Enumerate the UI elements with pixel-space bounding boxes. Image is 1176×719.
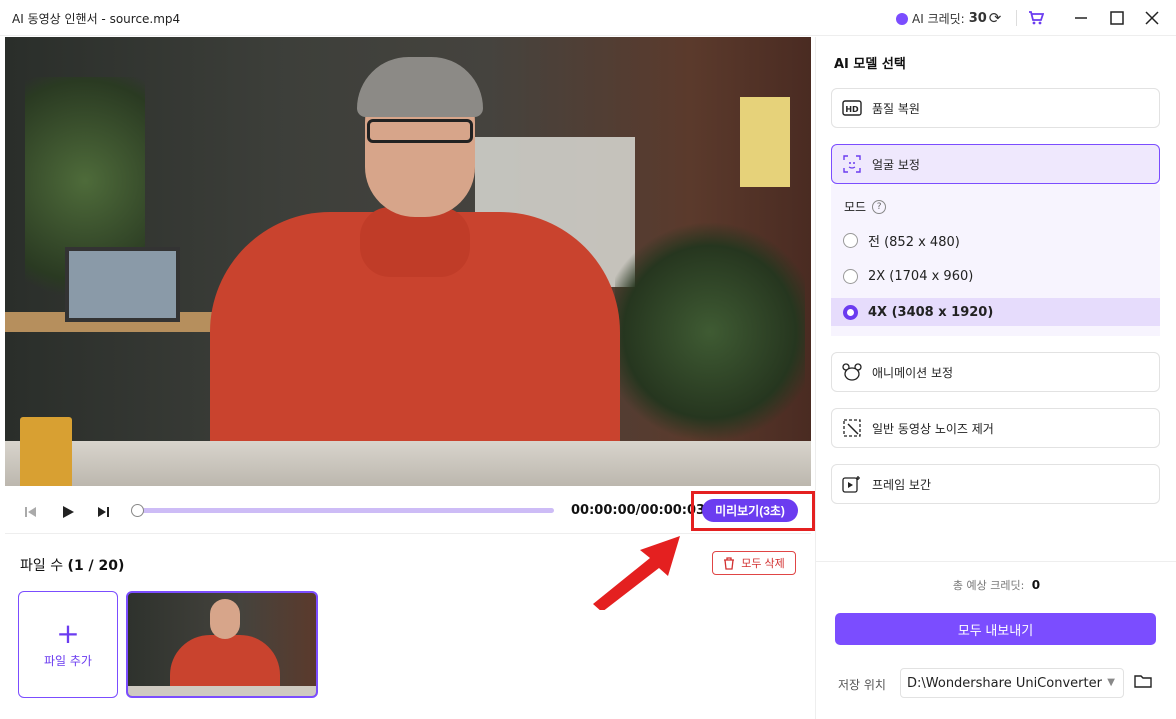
trash-icon — [724, 556, 735, 570]
model-animation-enhance[interactable]: 애니메이션 보정 — [831, 352, 1160, 392]
model-label: 프레임 보간 — [872, 477, 932, 492]
progress-track[interactable] — [136, 508, 554, 513]
minimize-icon[interactable] — [1071, 8, 1091, 28]
video-scene-person-glasses — [367, 119, 473, 143]
radio-button[interactable] — [843, 268, 858, 284]
mode-label-row: 모드 ? — [844, 198, 887, 215]
video-scene-cup — [20, 417, 72, 486]
thumbnail-person-head — [210, 599, 240, 639]
mode-option-2x[interactable]: 2X (1704 x 960) — [831, 262, 1160, 290]
model-frame-interpolation[interactable]: 프레임 보간 — [831, 464, 1160, 504]
face-scan-icon — [842, 154, 862, 174]
title-divider — [1016, 10, 1017, 26]
mode-option-1x[interactable]: 전 (852 x 480) — [831, 226, 1160, 254]
video-preview — [5, 37, 811, 486]
previous-frame-icon[interactable] — [21, 502, 41, 522]
video-scene-plant-right — [615, 207, 805, 457]
video-scene-person-hair — [357, 57, 483, 117]
model-label: 품질 복원 — [872, 101, 920, 116]
model-panel-title: AI 모델 선택 — [834, 57, 906, 72]
video-scene-desk — [5, 441, 811, 486]
noise-remove-icon — [842, 418, 862, 438]
chevron-down-icon: ▼ — [1107, 677, 1115, 688]
mode-option-label: 4X (3408 x 1920) — [868, 304, 994, 320]
maximize-icon[interactable] — [1107, 8, 1127, 28]
credits-display: AI 크레딧: 30 — [896, 10, 987, 27]
estimated-credits: 총 예상 크레딧: 0 — [816, 577, 1176, 593]
hd-icon: HD — [842, 98, 862, 118]
video-scene-laptop — [65, 247, 180, 322]
window-title: AI 동영상 인핸서 - source.mp4 — [12, 12, 181, 26]
add-file-label: 파일 추가 — [44, 654, 92, 668]
save-path: D:\Wondershare UniConverter — [907, 675, 1102, 691]
mode-option-4x[interactable]: 4X (3408 x 1920) — [831, 298, 1160, 326]
mode-option-label: 2X (1704 x 960) — [868, 268, 974, 284]
panel-divider — [816, 561, 1176, 562]
thumbnail-desk — [128, 686, 316, 696]
help-icon[interactable]: ? — [872, 199, 887, 214]
video-scene-frame — [740, 97, 790, 187]
delete-all-button[interactable]: 모두 삭제 — [712, 551, 796, 575]
save-location-label: 저장 위치 — [838, 678, 886, 692]
mode-options-panel: 모드 ? 전 (852 x 480) 2X (1704 x 960) 4X (3… — [831, 184, 1160, 336]
plus-icon: + — [56, 617, 80, 650]
export-all-button[interactable]: 모두 내보내기 — [835, 613, 1156, 645]
time-display: 00:00:00/00:00:03 — [571, 503, 706, 518]
cart-icon[interactable] — [1026, 8, 1046, 28]
ai-model-panel: AI 모델 선택 HD 품질 복원 얼굴 보정 모드 ? 전 (852 x 48… — [815, 37, 1176, 719]
mode-label: 모드 — [844, 200, 867, 214]
file-count-label: 파일 수 — [20, 558, 64, 574]
model-face-enhance[interactable]: 얼굴 보정 — [831, 144, 1160, 184]
model-label: 애니메이션 보정 — [872, 365, 954, 380]
frame-interpolation-icon — [842, 474, 862, 494]
file-count: 파일 수 (1 / 20) — [20, 555, 124, 575]
credits-label: AI 크레딧: — [912, 12, 965, 26]
play-icon[interactable] — [58, 502, 78, 522]
preview-button[interactable]: 미리보기(3초) — [702, 499, 798, 522]
credit-gem-icon — [896, 12, 908, 25]
svg-text:HD: HD — [845, 105, 859, 114]
total-credits-value: 0 — [1031, 578, 1041, 592]
title-bar: AI 동영상 인핸서 - source.mp4 AI 크레딧: 30 ⟳ — [0, 0, 1176, 36]
model-quality-restore[interactable]: HD 품질 복원 — [831, 88, 1160, 128]
radio-button-selected[interactable] — [843, 304, 858, 320]
next-frame-icon[interactable] — [93, 502, 113, 522]
bear-icon — [842, 362, 862, 382]
file-count-value: (1 / 20) — [67, 558, 125, 574]
video-scene-person-neck — [360, 207, 470, 277]
model-label: 얼굴 보정 — [872, 157, 920, 172]
refresh-icon[interactable]: ⟳ — [985, 8, 1005, 28]
delete-all-label: 모두 삭제 — [741, 558, 785, 570]
add-file-tile[interactable]: + 파일 추가 — [18, 591, 118, 698]
video-thumbnail[interactable] — [126, 591, 318, 698]
progress-handle[interactable] — [131, 504, 144, 517]
red-arrow-annotation — [593, 536, 680, 610]
model-noise-removal[interactable]: 일반 동영상 노이즈 제거 — [831, 408, 1160, 448]
radio-button[interactable] — [843, 232, 858, 248]
total-credits-label: 총 예상 크레딧: — [952, 579, 1025, 592]
close-icon[interactable] — [1142, 8, 1162, 28]
save-location-select[interactable]: D:\Wondershare UniConverter ▼ — [900, 668, 1124, 698]
folder-icon[interactable] — [1134, 673, 1154, 691]
mode-option-label: 전 (852 x 480) — [868, 234, 960, 250]
model-label: 일반 동영상 노이즈 제거 — [872, 421, 994, 436]
